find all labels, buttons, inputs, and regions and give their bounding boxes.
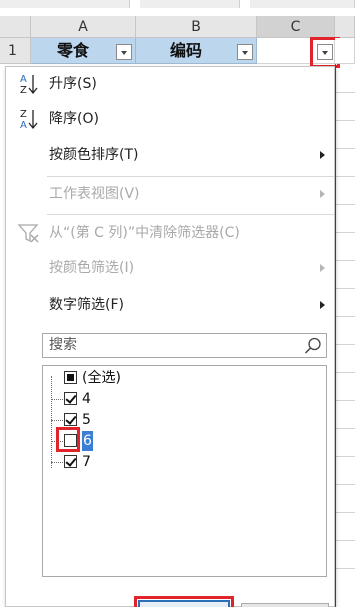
menu-item-label: 按颜色筛选(I) <box>49 260 135 276</box>
menu-item-filter-by-color: 按颜色筛选(I) <box>6 251 334 285</box>
menu-item-sort-descending[interactable]: Z A 降序(O) <box>6 102 334 136</box>
column-header-a[interactable]: A <box>31 16 136 38</box>
checkbox-4[interactable] <box>64 392 77 405</box>
grid-right-edge <box>335 64 355 607</box>
svg-text:A: A <box>20 120 27 131</box>
menu-item-label: 数字筛选(F) <box>49 297 124 313</box>
search-icon <box>304 337 321 354</box>
list-item-label: 4 <box>82 391 91 407</box>
menu-item-label: 工作表视图(V) <box>49 186 140 202</box>
column-header-d[interactable] <box>335 16 355 38</box>
menu-item-sort-ascending[interactable]: A Z 升序(S) <box>6 67 334 101</box>
column-header-b[interactable]: B <box>136 16 257 38</box>
menu-item-sort-by-color[interactable]: 按颜色排序(T) <box>6 138 334 172</box>
list-item-label: 7 <box>82 454 91 470</box>
menu-separator <box>47 214 334 215</box>
toolbar-strip <box>0 0 355 16</box>
checkbox-5[interactable] <box>64 413 77 426</box>
select-all-corner[interactable] <box>0 16 31 38</box>
checkbox-7[interactable] <box>64 455 77 468</box>
submenu-arrow-icon <box>320 264 325 272</box>
menu-item-label: 升序(S) <box>49 76 97 92</box>
submenu-arrow-icon <box>320 301 325 309</box>
menu-item-clear-filter: 从“(第 C 列)”中清除筛选器(C) <box>6 216 334 250</box>
row-header-1[interactable]: 1 <box>0 38 31 64</box>
toolbar-tab <box>0 0 130 8</box>
search-input[interactable]: 搜索 <box>42 333 327 358</box>
toolbar-tab <box>140 0 240 8</box>
checkbox-select-all[interactable] <box>64 371 77 384</box>
cancel-button[interactable] <box>241 603 329 607</box>
list-item-label: 5 <box>82 412 91 428</box>
cell-d1[interactable] <box>335 38 355 64</box>
menu-item-sheet-view: 工作表视图(V) <box>6 177 334 211</box>
dropdown-arrow-icon[interactable] <box>116 44 132 60</box>
list-item-label: (全选) <box>82 370 121 386</box>
filter-value-list[interactable]: (全选) 4 5 6 7 <box>42 365 327 577</box>
svg-text:A: A <box>20 74 27 85</box>
sort-ascending-icon: A Z <box>20 74 38 96</box>
search-placeholder: 搜索 <box>49 337 77 353</box>
autofilter-menu: A Z 升序(S) Z A 降序(O) 按颜色排序(T) 工作表视图(V) 从“… <box>5 66 335 607</box>
ok-button[interactable] <box>138 600 230 607</box>
toolbar-tab <box>250 0 355 8</box>
dropdown-arrow-icon[interactable] <box>237 44 253 60</box>
menu-item-label: 从“(第 C 列)”中清除筛选器(C) <box>49 225 240 241</box>
tree-connector <box>51 376 52 468</box>
svg-text:Z: Z <box>20 109 27 120</box>
column-header-c[interactable]: C <box>257 16 335 38</box>
submenu-arrow-icon <box>320 151 325 159</box>
highlight-box-checkbox-6 <box>56 427 80 452</box>
svg-text:Z: Z <box>20 85 27 96</box>
clear-filter-icon <box>17 224 39 243</box>
menu-item-label: 降序(O) <box>49 111 99 127</box>
menu-item-number-filters[interactable]: 数字筛选(F) <box>6 288 334 322</box>
submenu-arrow-icon <box>320 190 325 198</box>
list-item-label: 6 <box>82 431 93 451</box>
sort-descending-icon: Z A <box>20 109 38 131</box>
menu-item-label: 按颜色排序(T) <box>49 147 139 163</box>
